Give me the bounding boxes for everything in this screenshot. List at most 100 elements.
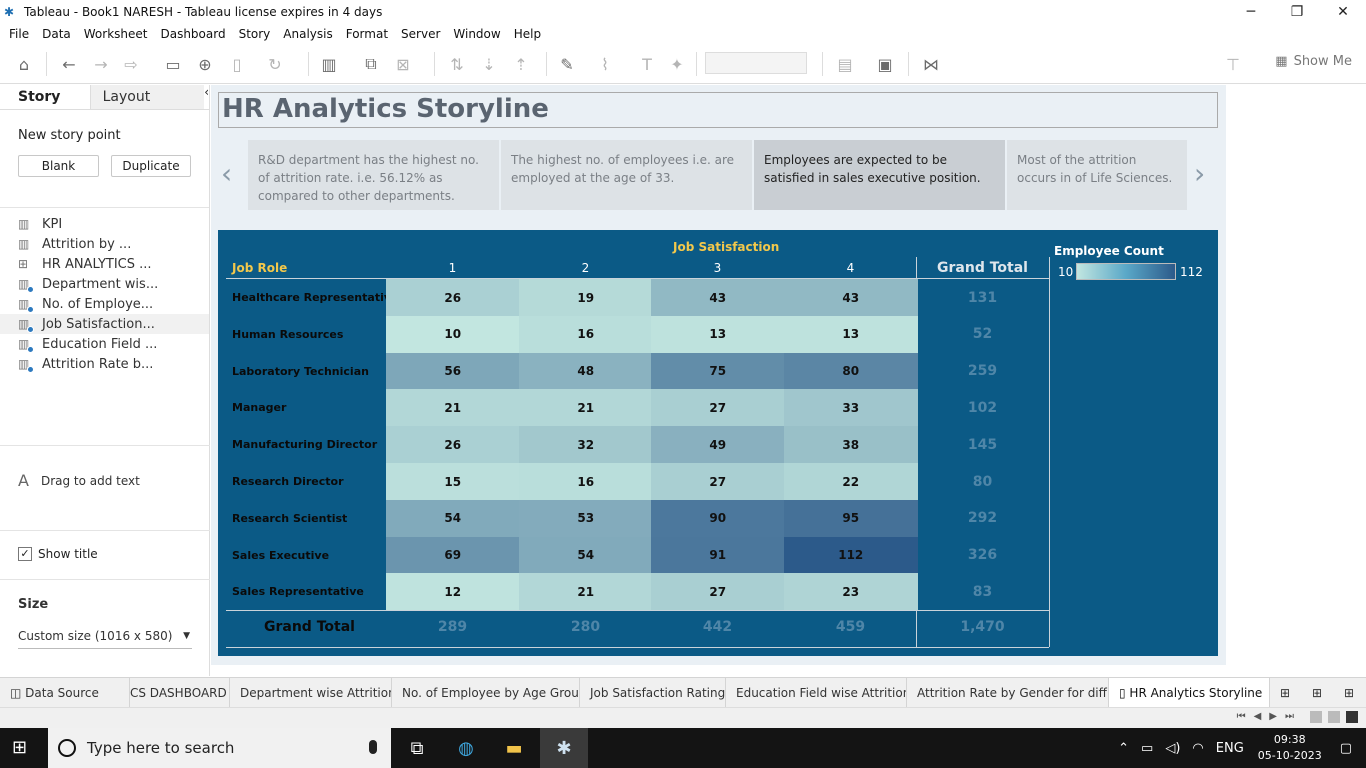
previous-story-point-icon[interactable]: ‹: [221, 157, 232, 190]
fit-dropdown[interactable]: [705, 52, 807, 74]
blank-button[interactable]: Blank: [18, 155, 99, 177]
menu-format[interactable]: Format: [346, 27, 388, 41]
heatmap-cell[interactable]: 16: [519, 463, 653, 501]
new-data-source-icon[interactable]: ⊕: [194, 53, 216, 75]
heatmap-cell[interactable]: 10: [386, 315, 520, 354]
sort-descending-icon[interactable]: ⇡: [510, 53, 532, 75]
presentation-mode-icon[interactable]: ▣: [874, 53, 896, 75]
tab-no-of-employee-by-age-group[interactable]: No. of Employee by Age Group: [392, 678, 580, 708]
menu-data[interactable]: Data: [42, 27, 71, 41]
menu-story[interactable]: Story: [239, 27, 271, 41]
new-worksheet-icon[interactable]: ▥: [318, 53, 340, 75]
volume-icon[interactable]: ◁): [1165, 741, 1180, 756]
heatmap-cell[interactable]: 75: [651, 352, 785, 390]
sheet-item-kpi[interactable]: ▥ KPI: [0, 214, 209, 234]
tab-data-source[interactable]: ◫ Data Source: [0, 678, 130, 708]
show-title-checkbox[interactable]: ✓: [18, 547, 32, 561]
heatmap-cell[interactable]: 13: [651, 315, 785, 354]
sheet-item-hr-analytics[interactable]: ⊞ HR ANALYTICS ...: [0, 254, 209, 274]
sort-ascending-icon[interactable]: ⇣: [478, 53, 500, 75]
label-icon[interactable]: T: [636, 53, 658, 75]
clear-sheet-icon[interactable]: ⊠: [392, 53, 414, 75]
group-icon[interactable]: ⌇: [594, 53, 616, 75]
heatmap-cell[interactable]: 21: [386, 389, 520, 427]
heatmap-cell[interactable]: 112: [784, 536, 918, 574]
heatmap-cell[interactable]: 43: [651, 279, 785, 317]
heatmap-cell[interactable]: 69: [386, 536, 520, 574]
taskbar-search[interactable]: Type here to search: [48, 728, 391, 768]
story-point-4[interactable]: Most of the attrition occurs in of Life …: [1007, 140, 1187, 210]
next-sheet-icon[interactable]: ▶: [1269, 711, 1277, 722]
previous-sheet-icon[interactable]: ◀: [1254, 711, 1262, 722]
sheet-item-education-field[interactable]: ▥ Education Field ...: [0, 334, 209, 354]
heatmap-cell[interactable]: 12: [386, 573, 520, 611]
language-indicator[interactable]: ENG: [1216, 741, 1244, 756]
new-worksheet-tab-icon[interactable]: ⊞: [1270, 678, 1302, 708]
heatmap-cell[interactable]: 23: [784, 573, 918, 611]
heatmap-cell[interactable]: 54: [519, 536, 653, 574]
battery-icon[interactable]: ▭: [1141, 741, 1153, 756]
swap-icon[interactable]: ⇅: [446, 53, 468, 75]
duplicate-button[interactable]: Duplicate: [111, 155, 191, 177]
heatmap-cell[interactable]: 80: [784, 352, 918, 390]
notifications-icon[interactable]: ▢: [1340, 741, 1352, 756]
heatmap-cell[interactable]: 95: [784, 499, 918, 538]
heatmap-cell[interactable]: 21: [519, 389, 653, 427]
menu-worksheet[interactable]: Worksheet: [84, 27, 148, 41]
close-button[interactable]: ✕: [1320, 0, 1366, 24]
heatmap-cell[interactable]: 21: [519, 573, 653, 611]
next-story-point-icon[interactable]: ›: [1194, 157, 1205, 190]
story-point-1[interactable]: R&D department has the highest no. of at…: [248, 140, 499, 210]
heatmap-cell[interactable]: 54: [386, 499, 520, 538]
wifi-icon[interactable]: ◠: [1192, 741, 1203, 756]
menu-window[interactable]: Window: [453, 27, 500, 41]
tab-story[interactable]: Story: [0, 85, 90, 109]
show-title-toggle[interactable]: ✓ Show title: [18, 547, 98, 561]
tab-layout[interactable]: Layout: [89, 85, 205, 109]
heatmap-cell[interactable]: 15: [386, 463, 520, 501]
pause-updates-icon[interactable]: ▯: [226, 53, 248, 75]
new-dashboard-tab-icon[interactable]: ⊞: [1302, 678, 1334, 708]
menu-help[interactable]: Help: [514, 27, 541, 41]
filmstrip-icon[interactable]: [1328, 711, 1340, 723]
heatmap-cell[interactable]: 27: [651, 389, 785, 427]
sheet-item-attrition-rate[interactable]: ▥ Attrition Rate b...: [0, 354, 209, 374]
new-story-tab-icon[interactable]: ⊞: [1334, 678, 1366, 708]
file-explorer-icon[interactable]: ▬: [490, 728, 538, 768]
size-select[interactable]: Custom size (1016 x 580) ▼: [18, 629, 192, 649]
tab-hr-analytics-dashboard[interactable]: CS DASHBOARD: [130, 678, 230, 708]
heatmap-cell[interactable]: 32: [519, 426, 653, 464]
sheet-item-attrition-by[interactable]: ▥ Attrition by ...: [0, 234, 209, 254]
tab-department-wise-attrition[interactable]: Department wise Attrition: [230, 678, 392, 708]
edge-browser-icon[interactable]: ◍: [442, 728, 490, 768]
sheet-sorter-icon[interactable]: [1310, 711, 1322, 723]
heatmap-cell[interactable]: 53: [519, 499, 653, 538]
sheet-item-department-wise[interactable]: ▥ Department wis...: [0, 274, 209, 294]
windows-start-icon[interactable]: ⊞: [12, 738, 32, 758]
heatmap-cell[interactable]: 19: [519, 279, 653, 317]
fit-icon[interactable]: ▤: [834, 53, 856, 75]
format-painter-icon[interactable]: ⊤: [1222, 53, 1244, 75]
undo-icon[interactable]: ←: [58, 53, 80, 75]
last-sheet-icon[interactable]: ⏭: [1285, 711, 1294, 722]
sheet-item-job-satisfaction[interactable]: ▥ Job Satisfaction...: [0, 314, 209, 334]
menu-analysis[interactable]: Analysis: [283, 27, 332, 41]
heatmap-cell[interactable]: 26: [386, 426, 520, 464]
heatmap-cell[interactable]: 43: [784, 279, 918, 317]
heatmap-cell[interactable]: 33: [784, 389, 918, 427]
heatmap-cell[interactable]: 48: [519, 352, 653, 390]
show-me-button[interactable]: ▦ Show Me: [1275, 54, 1352, 69]
heatmap-cell[interactable]: 13: [784, 315, 918, 354]
tabs-view-icon[interactable]: [1346, 711, 1358, 723]
redo-icon[interactable]: →: [90, 53, 112, 75]
tab-attrition-rate-by-gender[interactable]: Attrition Rate by Gender for diff...: [907, 678, 1109, 708]
heatmap-cell[interactable]: 49: [651, 426, 785, 464]
replay-icon[interactable]: ⇨: [120, 53, 142, 75]
share-icon[interactable]: ⋈: [920, 53, 942, 75]
story-point-3[interactable]: Employees are expected to be satisfied i…: [754, 140, 1005, 210]
save-icon[interactable]: ▭: [162, 53, 184, 75]
collapse-panel-icon[interactable]: ‹: [204, 85, 209, 109]
heatmap-cell[interactable]: 90: [651, 499, 785, 538]
tab-job-satisfaction-rating[interactable]: Job Satisfaction Rating: [580, 678, 726, 708]
home-icon[interactable]: ⌂: [13, 53, 35, 75]
